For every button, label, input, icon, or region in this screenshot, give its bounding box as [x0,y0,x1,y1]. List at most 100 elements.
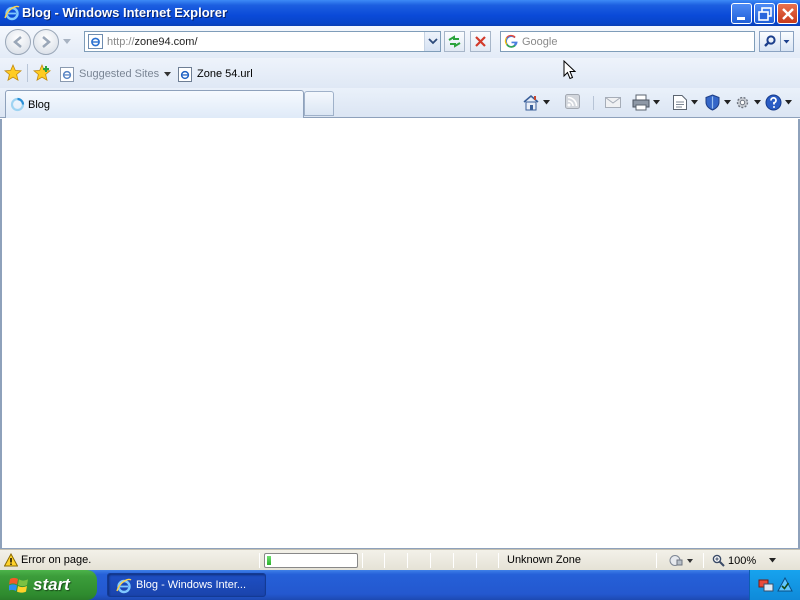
progress-fill [267,556,271,565]
new-tab-button[interactable] [304,91,334,116]
address-field[interactable]: http://zone94.com/ [84,31,441,52]
magnifier-icon [764,35,776,47]
status-message[interactable]: Error on page. [21,554,91,566]
command-separator [593,96,594,110]
progress-bar [264,553,358,568]
security-zone[interactable]: Unknown Zone [507,554,581,566]
status-separator [453,553,454,568]
feeds-button[interactable] [565,93,581,111]
warning-icon[interactable] [4,553,18,567]
loading-icon [10,97,25,112]
taskbar-item-label: Blog - Windows Inter... [136,579,247,591]
zoom-button[interactable]: 100% [712,553,756,568]
system-tray [749,570,800,600]
stop-button[interactable] [470,31,491,52]
window-title: Blog - Windows Internet Explorer [22,5,228,20]
forward-button[interactable] [33,29,59,55]
chevron-down-icon [754,99,761,104]
status-separator [362,553,363,568]
tools-icon [736,96,749,108]
favorites-item-zone-54[interactable]: Zone 54.url [178,66,253,82]
page-icon [673,94,687,110]
title-bar[interactable]: Blog - Windows Internet Explorer [0,0,800,26]
status-separator [430,553,431,568]
ie-page-icon [88,34,103,49]
close-button[interactable] [777,3,798,24]
navigation-bar: http://zone94.com/ Google [0,26,800,58]
help-menu-button[interactable] [765,93,792,111]
ie-icon [116,578,132,594]
status-separator [476,553,477,568]
forward-arrow-icon [42,36,51,48]
status-separator [259,553,260,568]
add-to-favorites-bar-icon[interactable] [33,64,53,82]
tab-bar: Blog [0,88,800,118]
home-icon [523,94,539,110]
safety-menu-button[interactable] [704,93,731,111]
address-dropdown-button[interactable] [424,32,440,51]
favorites-bar: Suggested Sites Zone 54.url [0,58,800,88]
chevron-down-icon [428,38,438,45]
search-placeholder: Google [522,36,558,48]
page-menu-button[interactable] [672,93,698,111]
chevron-down-icon [783,40,790,44]
zoom-level: 100% [728,554,757,567]
favorites-separator [27,64,28,82]
protected-mode-icon[interactable] [666,553,696,568]
address-host: zone94.com/ [134,36,198,48]
print-icon [632,94,650,110]
chevron-down-icon [543,99,550,104]
address-protocol: http:// [107,36,135,48]
search-go-button[interactable] [759,31,781,52]
start-label: start [33,575,70,594]
taskbar: start Blog - Windows Inter... [0,570,800,600]
recent-pages-dropdown-icon[interactable] [63,39,71,45]
taskbar-item-ie[interactable]: Blog - Windows Inter... [107,573,266,597]
start-button[interactable]: start [0,570,97,600]
restore-button[interactable] [754,3,775,24]
favorites-item-suggested-sites[interactable]: Suggested Sites [60,66,172,82]
zoom-magnifier-icon [712,554,725,567]
page-content[interactable] [0,119,800,549]
back-arrow-icon [13,36,22,48]
google-icon [504,34,518,48]
close-icon [782,8,794,20]
security-alert-icon[interactable] [777,577,793,593]
favorites-item-label: Suggested Sites [79,68,160,80]
refresh-button[interactable] [444,31,465,52]
tab-blog[interactable]: Blog [5,90,304,118]
status-separator [407,553,408,568]
status-separator [703,553,704,568]
minimize-icon [737,17,745,20]
tab-label: Blog [28,99,51,111]
search-field[interactable]: Google [500,31,755,52]
chevron-down-icon [724,99,731,104]
read-mail-icon [605,97,621,108]
chevron-down-icon [653,99,660,104]
refresh-icon [448,35,461,48]
tools-menu-button[interactable] [734,93,761,111]
favorites-star-icon[interactable] [4,64,22,82]
ie-icon [4,5,20,21]
read-mail-button[interactable] [605,93,621,111]
zoom-dropdown-icon[interactable] [769,558,776,563]
feeds-icon [565,94,580,109]
chevron-down-icon [785,99,792,104]
windows-flag-icon [9,577,28,593]
back-button[interactable] [5,29,31,55]
chevron-down-icon [164,71,172,76]
ie-page-icon [60,66,74,82]
status-separator [656,553,657,568]
safety-icon [705,93,720,111]
minimize-button[interactable] [731,3,752,24]
home-button[interactable] [522,93,550,111]
mouse-cursor-icon [563,60,576,80]
restore-icon [758,7,772,21]
search-options-button[interactable] [781,31,794,52]
status-bar: Error on page. Unknown Zone 100% [0,549,800,570]
status-separator [384,553,385,568]
ie-page-icon [178,66,192,82]
help-icon [765,94,782,110]
network-icon[interactable] [758,577,774,593]
print-button[interactable] [632,93,660,111]
